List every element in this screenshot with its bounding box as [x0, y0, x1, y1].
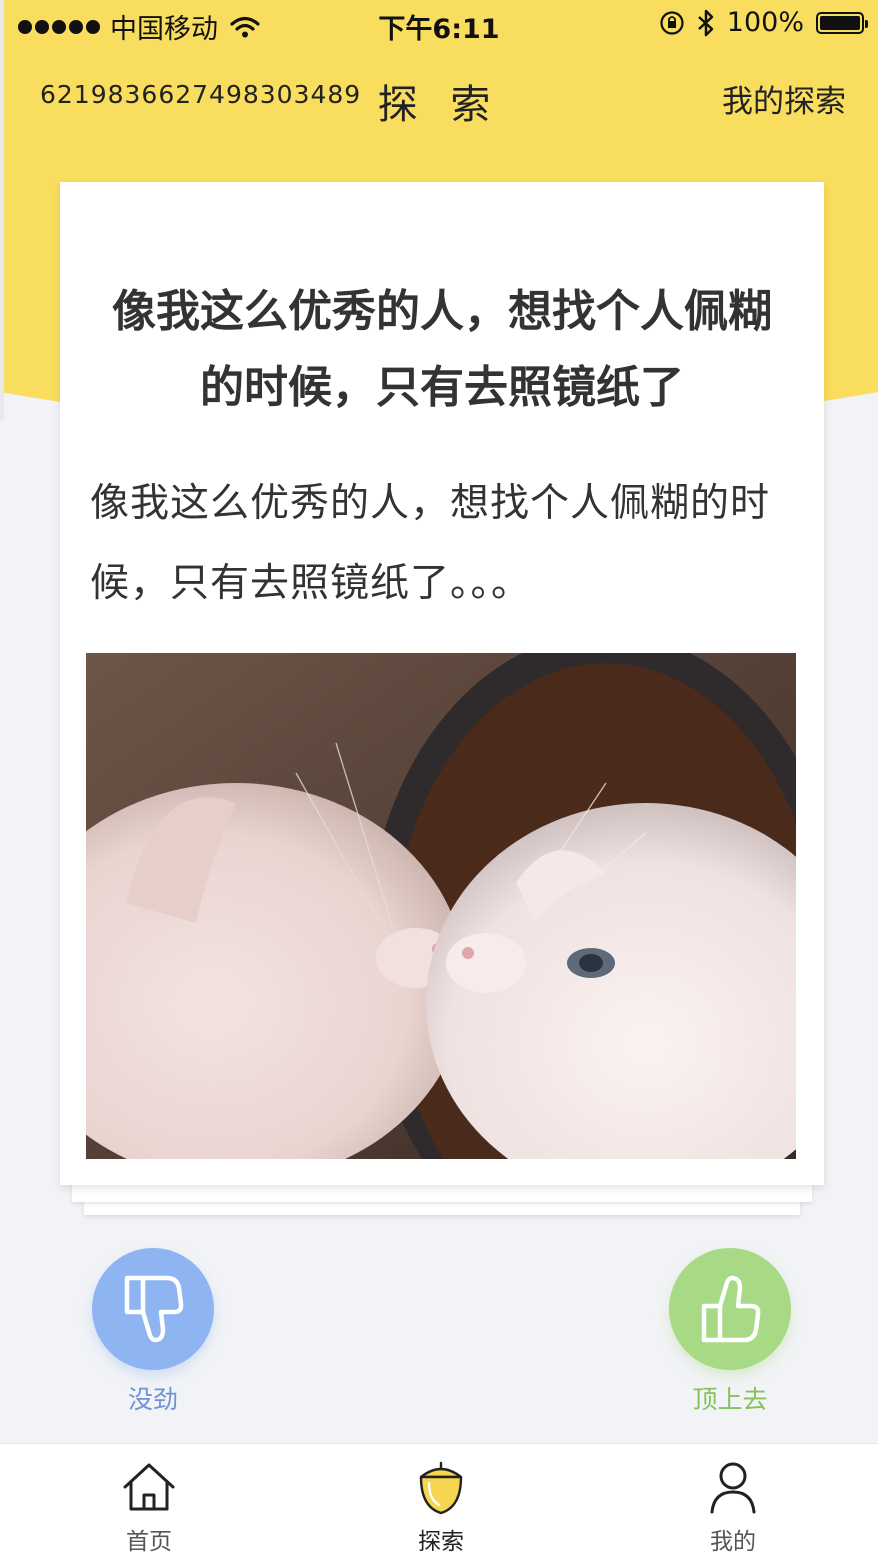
dislike-button[interactable]: 没劲: [92, 1248, 214, 1416]
thumbs-down-icon: [124, 1275, 184, 1343]
battery-icon: [816, 11, 868, 34]
dislike-circle[interactable]: [92, 1248, 214, 1370]
photo-illustration: [86, 653, 796, 1159]
home-icon: [123, 1463, 175, 1511]
status-bar: 中国移动 下午6:11 100%: [0, 0, 878, 46]
tab-bar: 首页 探索 我的: [0, 1443, 878, 1556]
card-title: 像我这么优秀的人，想找个人佩糊的时候，只有去照镜纸了: [112, 286, 772, 413]
thumbs-up-icon: [701, 1275, 761, 1343]
battery-percent: 100%: [726, 7, 804, 38]
tab-explore-label: 探索: [418, 1529, 464, 1555]
nav-bar: 6219836627498303489 探 索 我的探索: [0, 60, 878, 132]
card-body-text: 像我这么优秀的人，想找个人佩糊的时候，只有去照镜纸了。。。: [90, 481, 771, 606]
tab-home-label: 首页: [126, 1529, 172, 1555]
like-circle[interactable]: [669, 1248, 791, 1370]
dislike-label: 没劲: [127, 1385, 178, 1414]
tab-home[interactable]: 首页: [89, 1458, 209, 1556]
tab-explore[interactable]: 探索: [381, 1458, 501, 1556]
my-explore-link[interactable]: 我的探索: [722, 76, 846, 121]
user-icon: [710, 1462, 756, 1514]
like-button[interactable]: 顶上去: [669, 1248, 791, 1416]
tab-mine[interactable]: 我的: [673, 1458, 793, 1556]
explore-screen: 中国移动 下午6:11 100% 6219836627498303489 探 索: [0, 0, 878, 1556]
orientation-lock-icon: [660, 10, 684, 35]
kittens-mirror-photo: [86, 653, 796, 1159]
tab-mine-label: 我的: [710, 1529, 756, 1555]
acorn-icon: [419, 1461, 463, 1515]
bluetooth-icon: [697, 9, 714, 36]
content-card[interactable]: 像我这么优秀的人，想找个人佩糊的时候，只有去照镜纸了 像我这么优秀的人，想找个人…: [60, 182, 824, 1185]
like-label: 顶上去: [692, 1385, 768, 1414]
